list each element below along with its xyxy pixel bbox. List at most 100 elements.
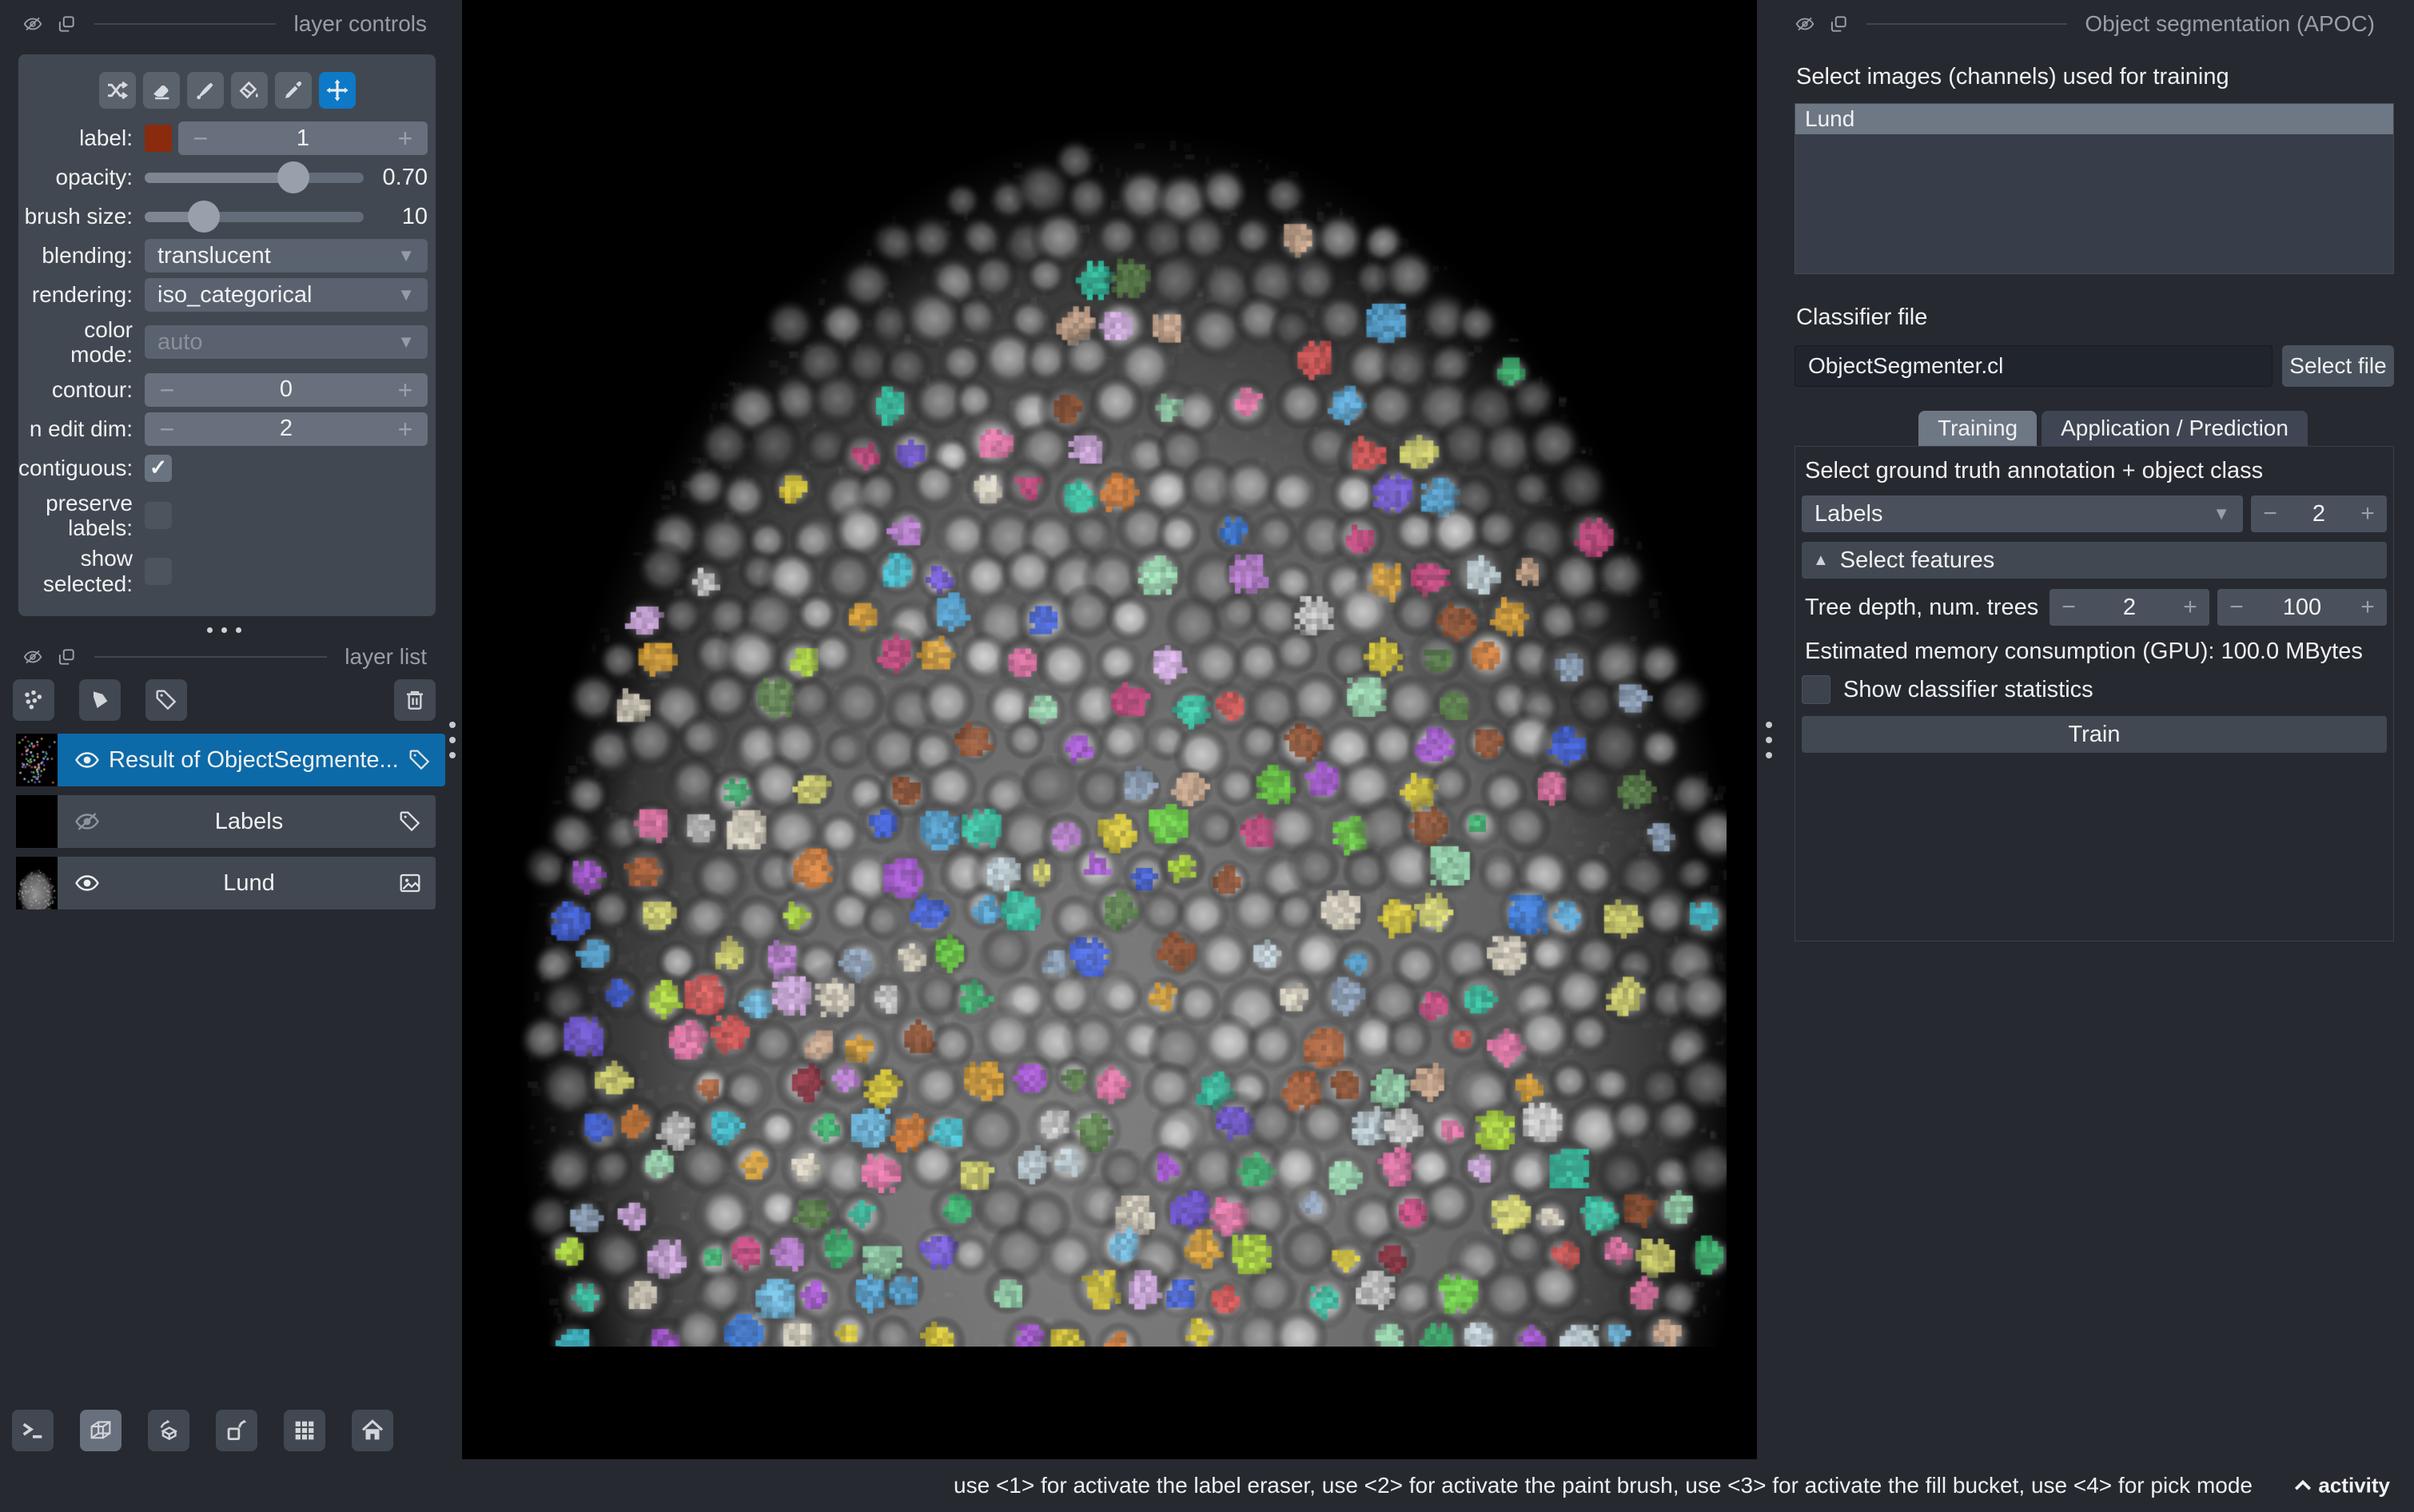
preserve-labels-checkbox[interactable] — [145, 502, 172, 529]
label-spinbox[interactable]: − 1 + — [178, 121, 428, 155]
shuffle-icon — [105, 78, 130, 103]
plus-icon[interactable]: + — [383, 416, 428, 442]
new-points-layer-button[interactable] — [13, 679, 54, 721]
minus-icon[interactable]: − — [178, 125, 223, 151]
tag-icon — [153, 687, 179, 713]
opacity-slider[interactable] — [145, 161, 364, 194]
float-dock-icon[interactable] — [56, 14, 77, 34]
minus-icon[interactable]: − — [145, 416, 189, 442]
show-selected-checkbox[interactable] — [145, 558, 172, 585]
pan-zoom-button[interactable] — [319, 72, 356, 109]
fill-bucket-button[interactable] — [231, 72, 268, 109]
select-file-button[interactable]: Select file — [2282, 345, 2394, 387]
roll-dimensions-button[interactable] — [148, 1410, 189, 1451]
delete-layer-button[interactable] — [394, 679, 436, 721]
layer-list-header: layer list — [0, 641, 448, 670]
color-picker-button[interactable] — [275, 72, 312, 109]
training-tab-panel: Select ground truth annotation + object … — [1795, 446, 2394, 941]
layer-controls-title: layer controls — [293, 11, 427, 37]
chevron-down-icon: ▼ — [397, 332, 415, 352]
rendering-dropdown[interactable]: iso_categorical ▼ — [145, 278, 428, 312]
minus-icon[interactable]: − — [2217, 594, 2256, 621]
napari-window: layer controls — [0, 0, 2414, 1512]
paint-brush-button[interactable] — [187, 72, 224, 109]
color-mode-dropdown[interactable]: auto ▼ — [145, 325, 428, 359]
plugin-dock: Object segmentation (APOC) Select images… — [1795, 0, 2394, 1459]
activity-toggle[interactable]: activity — [2291, 1474, 2390, 1498]
visibility-eye-icon[interactable] — [74, 746, 101, 774]
memory-consumption-label: Estimated memory consumption (GPU): 100.… — [1802, 639, 2387, 665]
tab-training[interactable]: Training — [1918, 411, 2037, 446]
roll-dims-icon — [155, 1417, 182, 1444]
console-button[interactable] — [12, 1410, 54, 1451]
new-shapes-layer-button[interactable] — [79, 679, 121, 721]
contour-row: contour: − 0 + — [18, 373, 428, 407]
hide-dock-icon[interactable] — [22, 647, 43, 667]
brush-size-slider[interactable] — [145, 200, 364, 233]
layer-row-result[interactable]: Result of ObjectSegmente... — [16, 734, 436, 786]
tree-depth-spinbox[interactable]: − 2 + — [2050, 589, 2209, 626]
layer-list-title: layer list — [345, 644, 427, 670]
visibility-eye-slash-icon[interactable] — [74, 808, 101, 835]
visibility-eye-icon[interactable] — [74, 869, 101, 897]
viewer-buttons — [12, 1410, 393, 1451]
layer-name: Labels — [109, 809, 389, 835]
minus-icon[interactable]: − — [145, 377, 189, 403]
rendering-row: rendering: iso_categorical ▼ — [18, 278, 428, 312]
opacity-row: opacity: 0.70 — [18, 161, 428, 194]
minus-icon[interactable]: − — [2050, 594, 2088, 621]
viewer-canvas-area[interactable] — [462, 0, 1757, 1459]
select-features-toggle[interactable]: ▲ Select features — [1802, 542, 2387, 579]
minus-icon[interactable]: − — [2251, 500, 2289, 527]
right-splitter-handle[interactable] — [1766, 722, 1772, 758]
layer-row-lund[interactable]: Lund — [16, 857, 436, 909]
eraser-button[interactable] — [143, 72, 180, 109]
list-item-lund[interactable]: Lund — [1795, 104, 2393, 134]
toggle-3d-button[interactable] — [80, 1410, 121, 1451]
show-classifier-statistics-checkbox[interactable] — [1802, 675, 1830, 704]
label-row: label: − 1 + — [18, 121, 428, 155]
shuffle-colors-button[interactable] — [99, 72, 136, 109]
hide-dock-icon[interactable] — [1795, 14, 1815, 34]
trash-icon — [402, 687, 428, 713]
train-button[interactable]: Train — [1802, 716, 2387, 753]
float-dock-icon[interactable] — [1828, 14, 1849, 34]
header-line — [94, 656, 327, 658]
paint-brush-icon — [193, 78, 218, 103]
plugin-header: Object segmentation (APOC) — [1795, 0, 2394, 37]
float-dock-icon[interactable] — [56, 647, 77, 667]
layer-thumbnail — [16, 795, 58, 848]
home-button[interactable] — [352, 1410, 393, 1451]
object-class-spinbox[interactable]: − 2 + — [2251, 495, 2387, 532]
blending-dropdown[interactable]: translucent ▼ — [145, 239, 428, 273]
grid-view-button[interactable] — [284, 1410, 325, 1451]
microscopy-image-canvas[interactable] — [496, 116, 1727, 1347]
new-labels-layer-button[interactable] — [145, 679, 187, 721]
label-color-swatch[interactable] — [145, 125, 172, 152]
hide-dock-icon[interactable] — [22, 14, 43, 34]
n-edit-dim-spinbox[interactable]: − 2 + — [145, 412, 428, 446]
labels-tool-row — [26, 72, 428, 109]
plus-icon[interactable]: + — [2171, 594, 2209, 621]
transpose-dimensions-button[interactable] — [216, 1410, 257, 1451]
plus-icon[interactable]: + — [383, 377, 428, 403]
color-picker-icon — [281, 78, 306, 103]
slider-handle[interactable] — [188, 201, 220, 233]
plus-icon[interactable]: + — [383, 125, 428, 151]
contour-spinbox[interactable]: − 0 + — [145, 373, 428, 407]
slider-handle[interactable] — [277, 161, 309, 193]
dock-resize-handle[interactable] — [0, 627, 448, 633]
classifier-file-input[interactable] — [1795, 345, 2273, 387]
plus-icon[interactable]: + — [2348, 594, 2387, 621]
layer-row-labels[interactable]: Labels — [16, 795, 436, 848]
plus-icon[interactable]: + — [2348, 500, 2387, 527]
contiguous-checkbox[interactable]: ✓ — [145, 455, 172, 482]
tab-application-prediction[interactable]: Application / Prediction — [2042, 411, 2308, 446]
num-trees-spinbox[interactable]: − 100 + — [2217, 589, 2387, 626]
left-splitter-handle[interactable] — [449, 722, 456, 758]
cube-3d-icon — [87, 1417, 114, 1444]
header-line — [94, 23, 276, 25]
training-images-list[interactable]: Lund — [1795, 103, 2394, 274]
ground-truth-dropdown[interactable]: Labels ▼ — [1802, 495, 2243, 532]
labels-layer-icon — [407, 747, 432, 773]
